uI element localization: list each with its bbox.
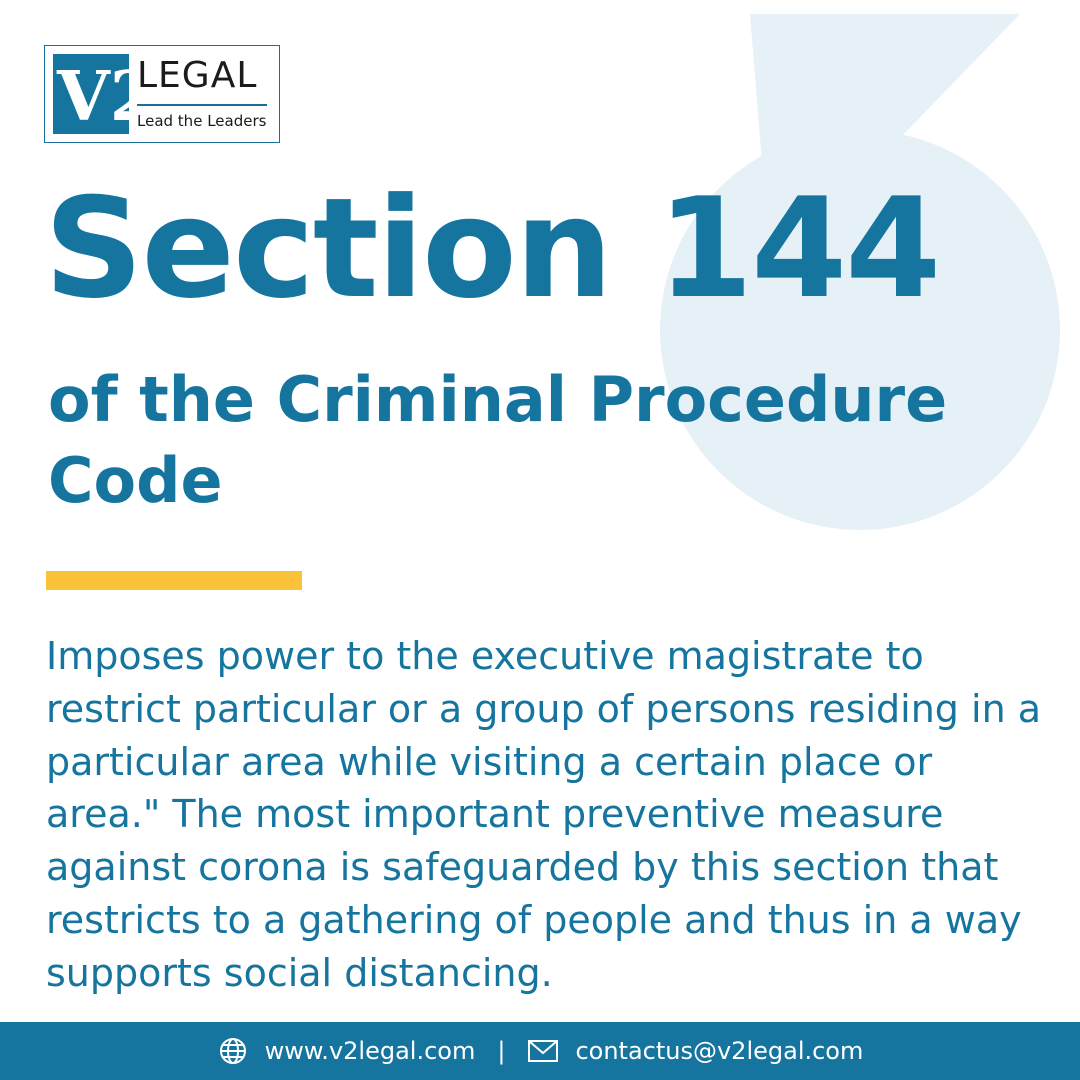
footer-separator: | (497, 1037, 506, 1065)
footer-bar: www.v2legal.com | contactus@v2legal.com (0, 1022, 1080, 1080)
logo-mark-text: V2 (56, 57, 129, 134)
brand-logo[interactable]: V2 LEGAL Lead the Leaders (44, 45, 280, 143)
page-title: Section 144 (44, 168, 941, 329)
accent-divider (46, 571, 302, 590)
envelope-icon (527, 1035, 559, 1067)
email-link[interactable]: contactus@v2legal.com (575, 1037, 863, 1065)
v2-logo-mark: V2 (53, 54, 129, 134)
website-link[interactable]: www.v2legal.com (265, 1037, 476, 1065)
logo-divider (137, 104, 267, 106)
globe-icon (217, 1035, 249, 1067)
brand-tagline: Lead the Leaders (137, 112, 267, 130)
body-paragraph: Imposes power to the executive magistrat… (46, 634, 1042, 995)
brand-name: LEGAL (137, 55, 258, 96)
page-subtitle: of the Criminal Procedure Code (48, 363, 948, 517)
